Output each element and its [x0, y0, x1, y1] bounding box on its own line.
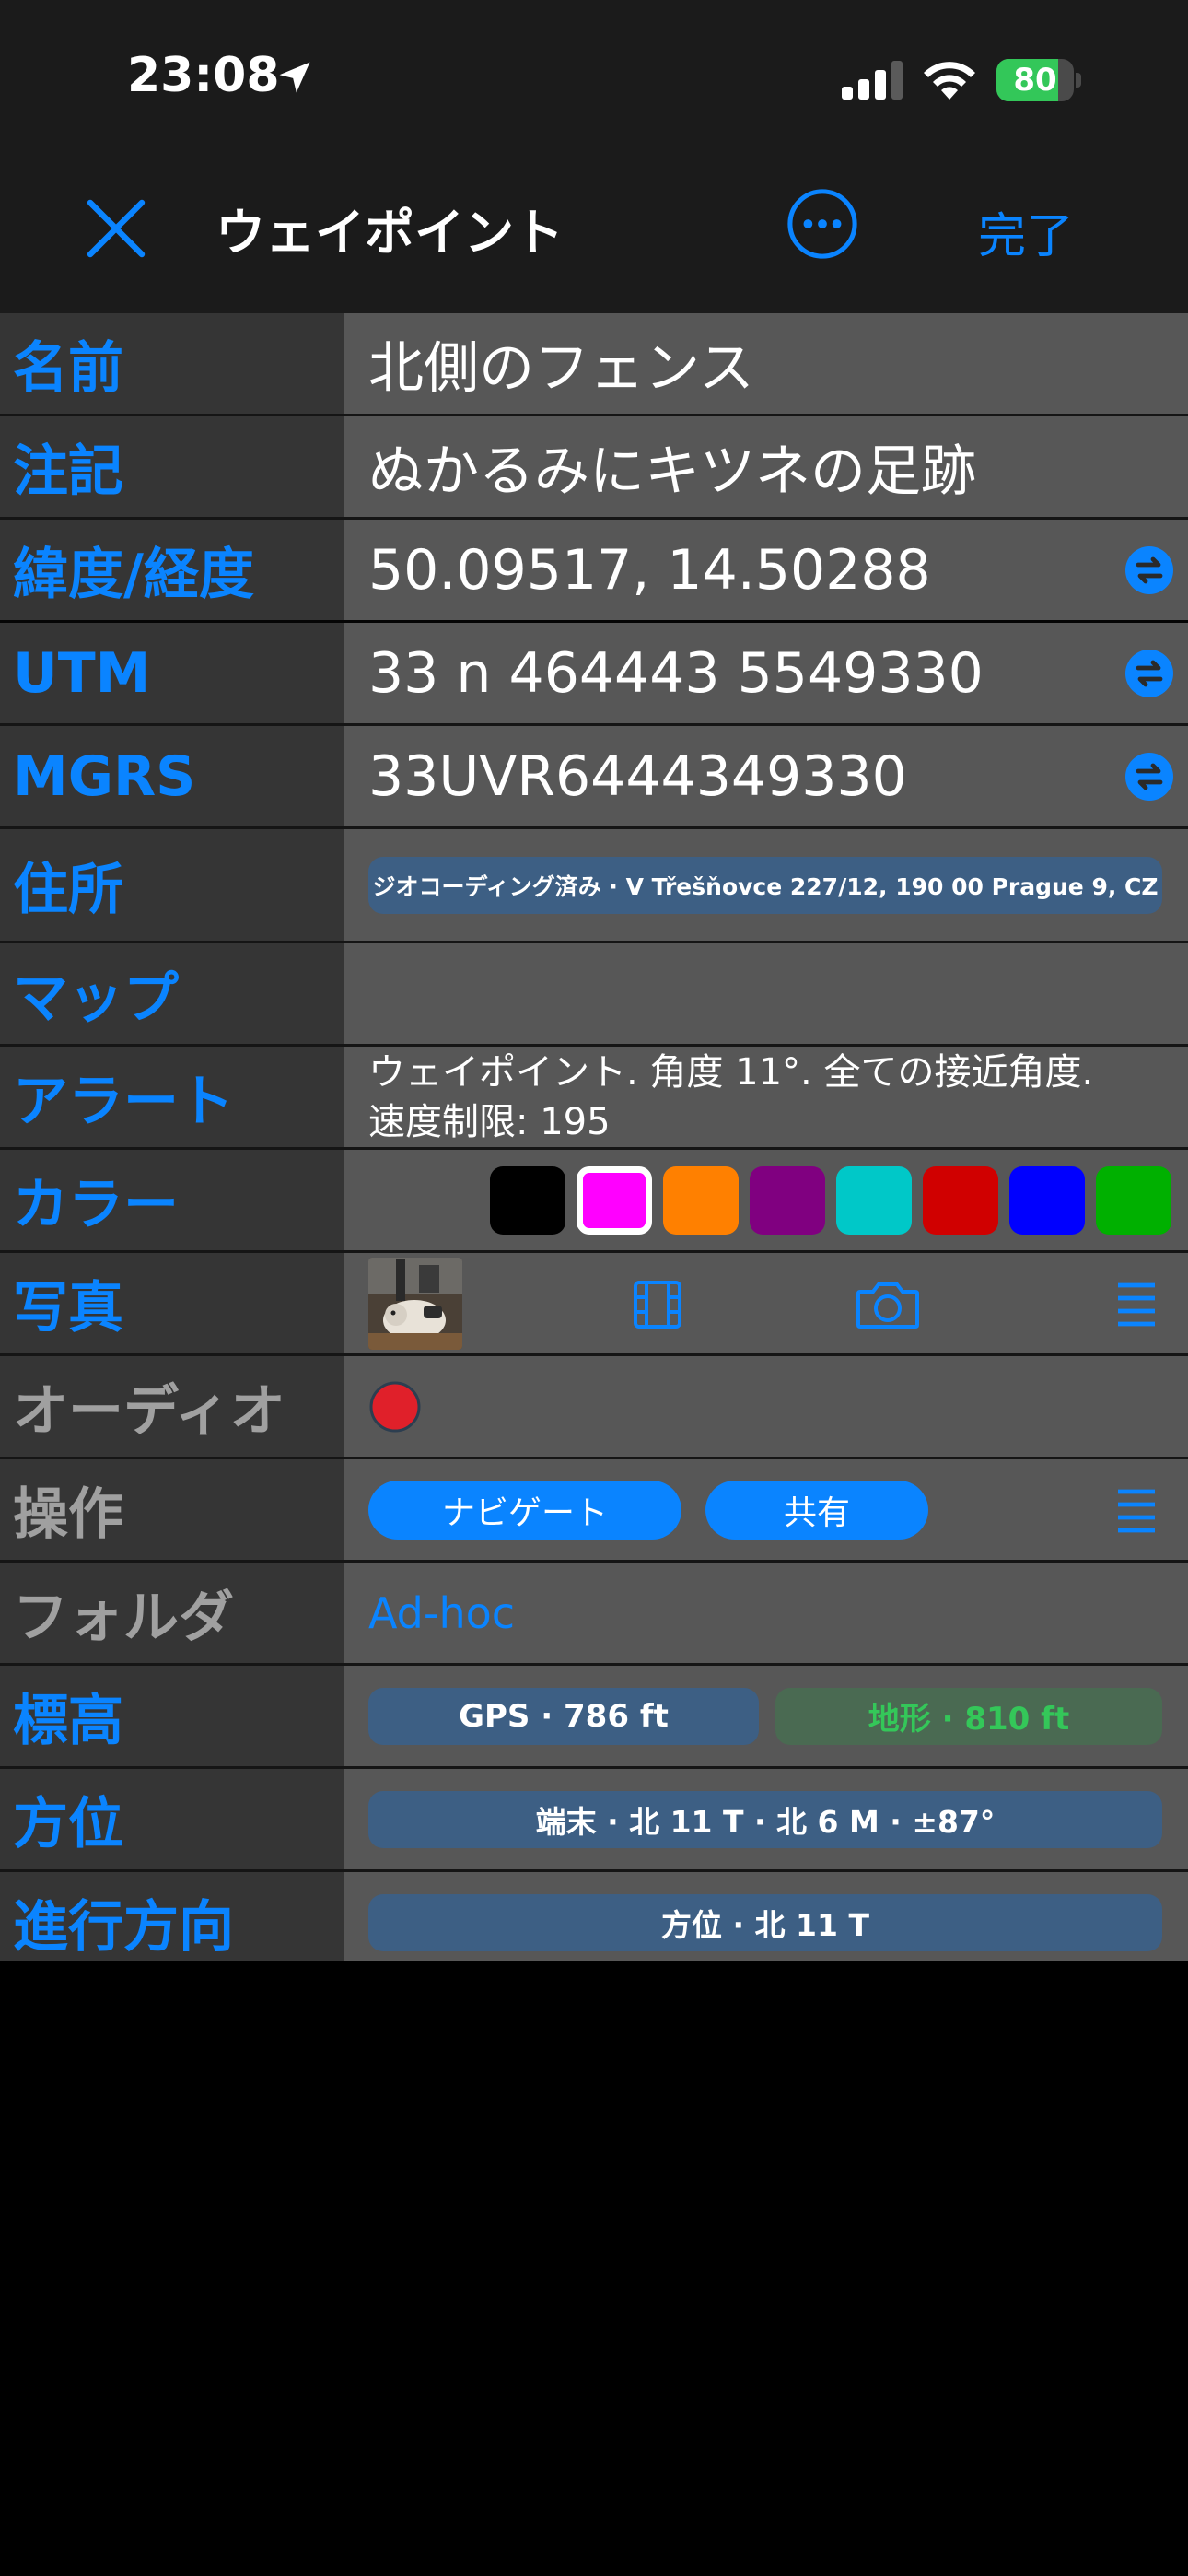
alert-label: アラート [0, 1047, 344, 1147]
color-swatch[interactable] [577, 1165, 652, 1235]
row-note[interactable]: 注記 ぬかるみにキツネの足跡 [0, 416, 1188, 520]
convert-icon[interactable] [1124, 544, 1175, 596]
heading-label: 進行方向 [0, 1872, 344, 1973]
row-address[interactable]: 住所 ジオコーディング済み · V Třešňovce 227/12, 190 … [0, 829, 1188, 943]
row-audio[interactable]: オーディオ [0, 1356, 1188, 1459]
bearing-pill[interactable]: 端末 · 北 11 T · 北 6 M · ±87° [368, 1790, 1162, 1848]
latlon-value[interactable]: 50.09517, 14.50288 [368, 538, 931, 603]
color-swatches [344, 1150, 1188, 1250]
row-elevation[interactable]: 標高 GPS · 786 ft 地形 · 810 ft [0, 1666, 1188, 1769]
battery-level-text: 80 [1013, 62, 1057, 99]
convert-icon[interactable] [1124, 751, 1175, 802]
name-label: 名前 [0, 313, 344, 414]
cellular-signal-icon [842, 61, 903, 100]
photo-label: 写真 [0, 1253, 344, 1353]
record-button[interactable] [368, 1380, 422, 1434]
row-map[interactable]: マップ [0, 943, 1188, 1047]
actions-label: 操作 [0, 1459, 344, 1560]
map-value[interactable] [344, 943, 1188, 1044]
heading-pill[interactable]: 方位 · 北 11 T [368, 1893, 1162, 1951]
address-label: 住所 [0, 829, 344, 941]
convert-icon[interactable] [1124, 648, 1175, 699]
terrain-elevation-pill[interactable]: 地形 · 810 ft [775, 1687, 1162, 1745]
address-pill[interactable]: ジオコーディング済み · V Třešňovce 227/12, 190 00 … [368, 856, 1162, 914]
row-color[interactable]: カラー [0, 1150, 1188, 1253]
color-swatch[interactable] [490, 1165, 565, 1235]
list-icon[interactable] [1116, 1278, 1157, 1329]
color-swatch[interactable] [1009, 1165, 1085, 1235]
list-icon[interactable] [1116, 1484, 1157, 1536]
row-actions[interactable]: 操作 ナビゲート 共有 [0, 1459, 1188, 1563]
location-arrow-icon [279, 62, 310, 93]
color-swatch[interactable] [923, 1165, 998, 1235]
row-utm[interactable]: UTM 33 n 464443 5549330 [0, 623, 1188, 726]
note-label: 注記 [0, 416, 344, 517]
done-button[interactable]: 完了 [978, 197, 1074, 266]
utm-label: UTM [0, 623, 344, 723]
share-button[interactable]: 共有 [705, 1480, 928, 1540]
utm-value[interactable]: 33 n 464443 5549330 [368, 641, 984, 706]
battery-charging-icon: 80 [996, 59, 1081, 101]
color-swatch[interactable] [750, 1165, 825, 1235]
latlon-label: 緯度/経度 [0, 520, 344, 620]
color-swatch[interactable] [663, 1165, 739, 1235]
row-alert[interactable]: アラート ウェイポイント. 角度 11°. 全ての接近角度. 速度制限: 195 [0, 1047, 1188, 1150]
navigate-button[interactable]: ナビゲート [368, 1480, 681, 1540]
folder-value[interactable]: Ad-hoc [368, 1588, 515, 1638]
status-time: 23:08 [127, 48, 280, 103]
film-icon[interactable] [632, 1279, 683, 1330]
note-value[interactable]: ぬかるみにキツネの足跡 [368, 427, 976, 507]
nav-bar: ウェイポイント 完了 [0, 157, 1188, 313]
name-value[interactable]: 北側のフェンス [368, 323, 754, 404]
gps-elevation-pill[interactable]: GPS · 786 ft [368, 1687, 759, 1745]
row-folder[interactable]: フォルダ Ad-hoc [0, 1563, 1188, 1666]
row-mgrs[interactable]: MGRS 33UVR6444349330 [0, 726, 1188, 829]
row-heading[interactable]: 進行方向 方位 · 北 11 T [0, 1872, 1188, 1973]
color-swatch[interactable] [836, 1165, 912, 1235]
color-swatch[interactable] [1096, 1165, 1171, 1235]
page-title: ウェイポイント [215, 204, 564, 262]
empty-area [0, 1961, 1188, 2576]
folder-label: フォルダ [0, 1563, 344, 1663]
more-icon[interactable] [786, 188, 858, 260]
mgrs-label: MGRS [0, 726, 344, 826]
bearing-label: 方位 [0, 1769, 344, 1869]
row-latlon[interactable]: 緯度/経度 50.09517, 14.50288 [0, 520, 1188, 623]
audio-label: オーディオ [0, 1356, 344, 1457]
camera-icon[interactable] [855, 1279, 921, 1330]
alert-line-2: 速度制限: 195 [368, 1100, 611, 1143]
row-name[interactable]: 名前 北側のフェンス [0, 313, 1188, 416]
waypoint-table: 名前 北側のフェンス 注記 ぬかるみにキツネの足跡 緯度/経度 50.09517… [0, 313, 1188, 1973]
mgrs-value[interactable]: 33UVR6444349330 [368, 744, 907, 809]
row-photo[interactable]: 写真 [0, 1253, 1188, 1356]
color-label: カラー [0, 1150, 344, 1250]
close-icon[interactable] [83, 195, 149, 262]
map-label: マップ [0, 943, 344, 1044]
elevation-label: 標高 [0, 1666, 344, 1766]
wifi-icon [924, 62, 975, 100]
photo-thumbnail[interactable] [368, 1257, 462, 1350]
alert-line-1: ウェイポイント. 角度 11°. 全ての接近角度. [368, 1050, 1094, 1094]
row-bearing[interactable]: 方位 端末 · 北 11 T · 北 6 M · ±87° [0, 1769, 1188, 1872]
status-bar: 23:08 80 [0, 0, 1188, 157]
